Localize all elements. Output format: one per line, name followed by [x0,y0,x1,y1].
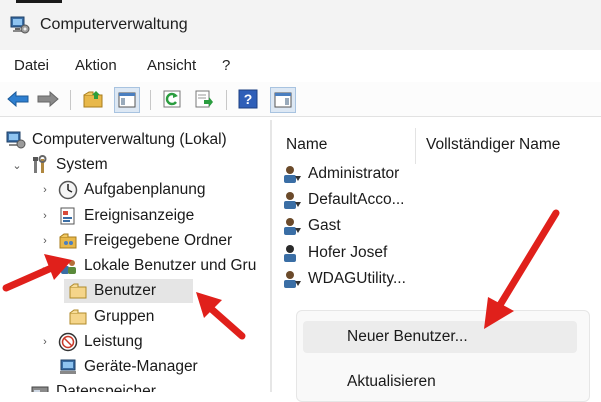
tree-item-label: Gruppen [94,308,155,325]
toolbar-separator [226,90,227,110]
users-group-icon [61,259,76,274]
column-header-vollstaendiger-name[interactable]: Vollständiger Name [426,136,560,154]
window-title: Computerverwaltung [40,16,188,33]
computer-management-icon [6,131,26,149]
tree-item-label: Freigegebene Ordner [84,232,233,249]
tree-item-label: Geräte-Manager [84,358,198,375]
user-icon [284,271,301,288]
list-item-label: WDAGUtility... [308,270,406,287]
context-item-neuer-benutzer[interactable]: Neuer Benutzer... [303,321,577,353]
tree-item-benutzer[interactable]: Benutzer [64,279,193,303]
shared-folder-icon [59,233,77,249]
up-folder-icon[interactable] [82,87,106,111]
list-header: Name Vollständiger Name [272,122,601,166]
user-icon [284,218,301,235]
context-item-aktualisieren[interactable]: Aktualisieren [303,366,577,398]
tree-item-label: Ereignisanzeige [84,207,195,224]
folder-icon [69,283,87,299]
chevron-right-icon[interactable]: › [38,336,52,348]
folder-icon [69,309,87,325]
back-arrow-icon[interactable] [6,87,30,111]
title-bar: Computerverwaltung [0,0,601,50]
export-list-icon[interactable] [192,87,216,111]
list-item[interactable]: Administrator [282,162,399,186]
show-action-pane-icon[interactable] [270,87,296,113]
tree-item-freigegebene-ordner[interactable]: › Freigegebene Ordner [38,229,232,253]
show-hide-console-tree-icon[interactable] [114,87,140,113]
menu-datei[interactable]: Datei [14,57,49,74]
tree-item-label: Datenspeicher [56,383,156,392]
tree-item-label: Lokale Benutzer und Gru [84,257,257,274]
help-icon[interactable]: ? [236,87,260,111]
tree-item-gruppen[interactable]: Gruppen [68,305,154,329]
toolbar: ? [0,82,601,117]
chevron-right-icon[interactable]: › [38,210,52,222]
tree-item-datenspeicher[interactable]: ⌄ Datenspeicher [10,380,156,392]
list-item[interactable]: Hofer Josef [282,241,387,265]
user-icon [284,192,301,209]
forward-arrow-icon[interactable] [36,87,60,111]
menu-ansicht[interactable]: Ansicht [147,57,196,74]
list-item[interactable]: WDAGUtility... [282,267,406,291]
user-icon [284,245,296,262]
storage-icon [31,386,49,392]
list-item-label: DefaultAcco... [308,191,405,208]
console-tree: Computerverwaltung (Lokal) ⌄ System › Au… [0,120,270,392]
performance-icon [58,332,78,352]
context-menu: Neuer Benutzer... Aktualisieren [296,310,590,402]
chevron-right-icon[interactable]: › [38,235,52,247]
list-item-label: Hofer Josef [308,244,388,261]
chevron-down-icon[interactable]: ⌄ [10,386,24,393]
device-manager-icon [60,359,76,374]
svg-text:?: ? [244,91,253,107]
tools-icon [33,155,47,173]
menu-help[interactable]: ? [222,57,230,74]
tree-item-ereignisanzeige[interactable]: › Ereignisanzeige [38,204,194,228]
tree-root[interactable]: Computerverwaltung (Lokal) [6,128,227,152]
tree-item-system[interactable]: ⌄ System [10,153,108,177]
column-separator[interactable] [415,128,416,164]
menu-aktion[interactable]: Aktion [75,57,117,74]
refresh-icon[interactable] [160,87,184,111]
toolbar-separator [150,90,151,110]
menu-bar: Datei Aktion Ansicht ? [0,52,601,80]
tree-item-label: Benutzer [94,282,157,299]
tree-item-leistung[interactable]: › Leistung [38,330,143,354]
chevron-down-icon[interactable]: ⌄ [10,159,24,172]
list-item-label: Administrator [308,165,400,182]
tree-item-label: System [56,156,108,173]
event-viewer-icon [60,207,75,225]
clock-icon [58,180,78,200]
title-accent-line [16,0,62,3]
list-item[interactable]: Gast [282,214,341,238]
user-icon [284,166,301,183]
computer-management-icon [10,16,30,34]
chevron-down-icon[interactable]: ⌄ [38,260,52,273]
tree-root-label: Computerverwaltung (Lokal) [32,131,227,148]
list-item-label: Gast [308,217,341,234]
chevron-right-icon[interactable]: › [38,184,52,196]
toolbar-separator [70,90,71,110]
tree-item-lokale-benutzer[interactable]: ⌄ Lokale Benutzer und Gru [38,254,256,278]
list-item[interactable]: DefaultAcco... [282,188,405,212]
tree-item-label: Leistung [84,333,143,350]
tree-item-geraete-manager[interactable]: Geräte-Manager [58,355,198,379]
tree-item-label: Aufgabenplanung [84,181,206,198]
tree-item-aufgabenplanung[interactable]: › Aufgabenplanung [38,178,206,202]
column-header-name[interactable]: Name [286,136,327,154]
